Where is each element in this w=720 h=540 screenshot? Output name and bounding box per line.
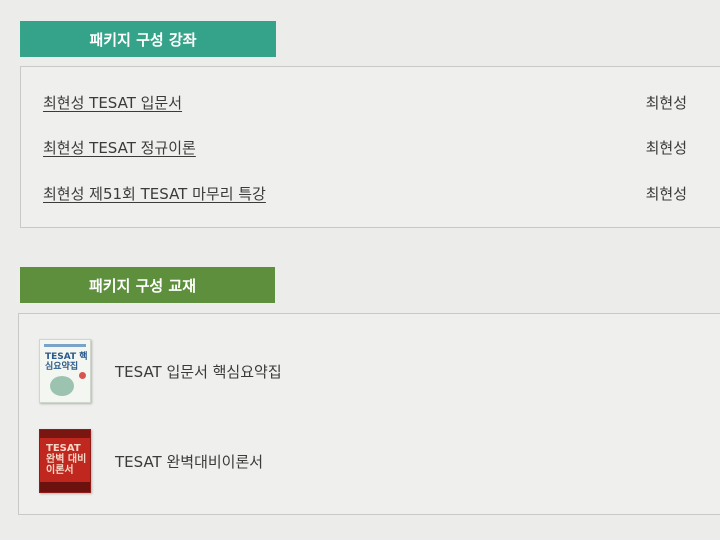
lectures-section-header: 패키지 구성 강좌 (20, 21, 276, 57)
course-link[interactable]: 최현성 TESAT 입문서 (43, 92, 182, 113)
course-link[interactable]: 최현성 TESAT 정규이론 (43, 137, 196, 158)
list-item: 최현성 TESAT 입문서 최현성 (43, 90, 687, 114)
list-item: 최현성 TESAT 정규이론 최현성 (43, 135, 687, 159)
lectures-list: 최현성 TESAT 입문서 최현성 최현성 TESAT 정규이론 최현성 최현성… (20, 66, 720, 228)
course-link[interactable]: 최현성 제51회 TESAT 마무리 특강 (43, 183, 266, 204)
cover-label: TESAT 완벽 대비 이론서 (46, 443, 87, 476)
books-list: TESAT 핵심요약집 TESAT 입문서 핵심요약집 TESAT 완벽 대비 … (18, 313, 720, 515)
book-title[interactable]: TESAT 입문서 핵심요약집 (115, 361, 282, 382)
book-cover-image[interactable]: TESAT 완벽 대비 이론서 (39, 429, 91, 493)
books-section-title: 패키지 구성 교재 (88, 276, 197, 295)
list-item: TESAT 완벽 대비 이론서 TESAT 완벽대비이론서 (39, 426, 263, 496)
list-item: TESAT 핵심요약집 TESAT 입문서 핵심요약집 (39, 336, 282, 406)
cover-label: TESAT 핵심요약집 (45, 352, 88, 372)
list-item: 최현성 제51회 TESAT 마무리 특강 최현성 (43, 181, 687, 205)
books-section-header: 패키지 구성 교재 (20, 267, 275, 303)
lectures-section-title: 패키지 구성 강좌 (89, 30, 197, 49)
course-instructor: 최현성 (645, 184, 687, 203)
book-cover-image[interactable]: TESAT 핵심요약집 (39, 339, 91, 403)
book-title[interactable]: TESAT 완벽대비이론서 (115, 451, 263, 472)
course-instructor: 최현성 (645, 93, 687, 112)
course-instructor: 최현성 (645, 138, 687, 157)
